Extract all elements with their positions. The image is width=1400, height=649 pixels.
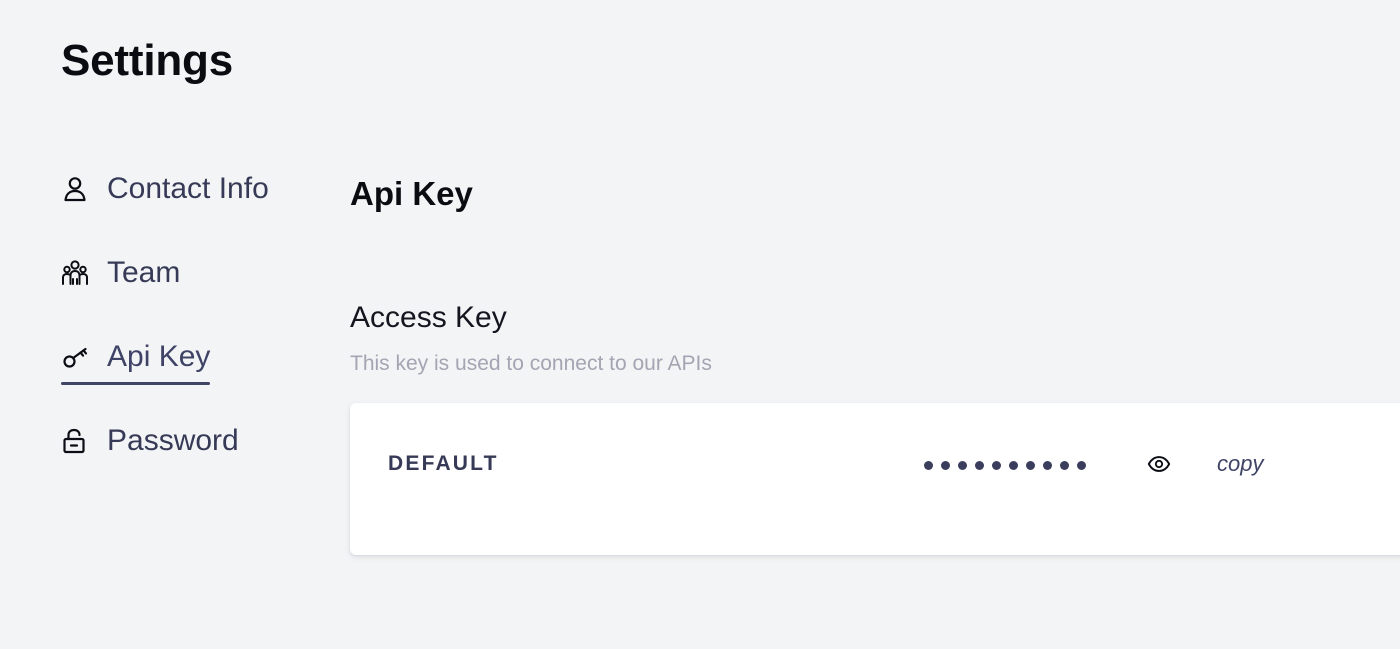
sidebar-item-label: Team (107, 256, 181, 289)
access-key-description: This key is used to connect to our APIs (350, 352, 712, 375)
sidebar-item-label: Password (107, 424, 239, 457)
key-name: DEFAULT (388, 452, 499, 475)
sidebar-item-label: Contact Info (107, 172, 269, 205)
api-key-card: DEFAULT copy (350, 403, 1400, 555)
sidebar-item-team[interactable]: Team (61, 242, 180, 304)
lock-icon (61, 426, 91, 456)
person-icon (61, 174, 91, 204)
copy-button[interactable]: copy (1217, 450, 1263, 478)
page-title: Settings (61, 36, 233, 85)
masked-key-value (924, 457, 1086, 473)
sidebar-item-api-key[interactable]: Api Key (61, 326, 210, 388)
sidebar-item-password[interactable]: Password (61, 410, 239, 472)
access-key-title: Access Key (350, 301, 507, 334)
section-title: Api Key (350, 175, 473, 212)
sidebar-item-label: Api Key (107, 340, 211, 373)
eye-icon[interactable] (1145, 450, 1173, 478)
team-icon (61, 258, 91, 288)
active-tab-indicator (61, 382, 210, 385)
key-icon (61, 342, 91, 372)
sidebar-item-contact-info[interactable]: Contact Info (61, 158, 269, 220)
